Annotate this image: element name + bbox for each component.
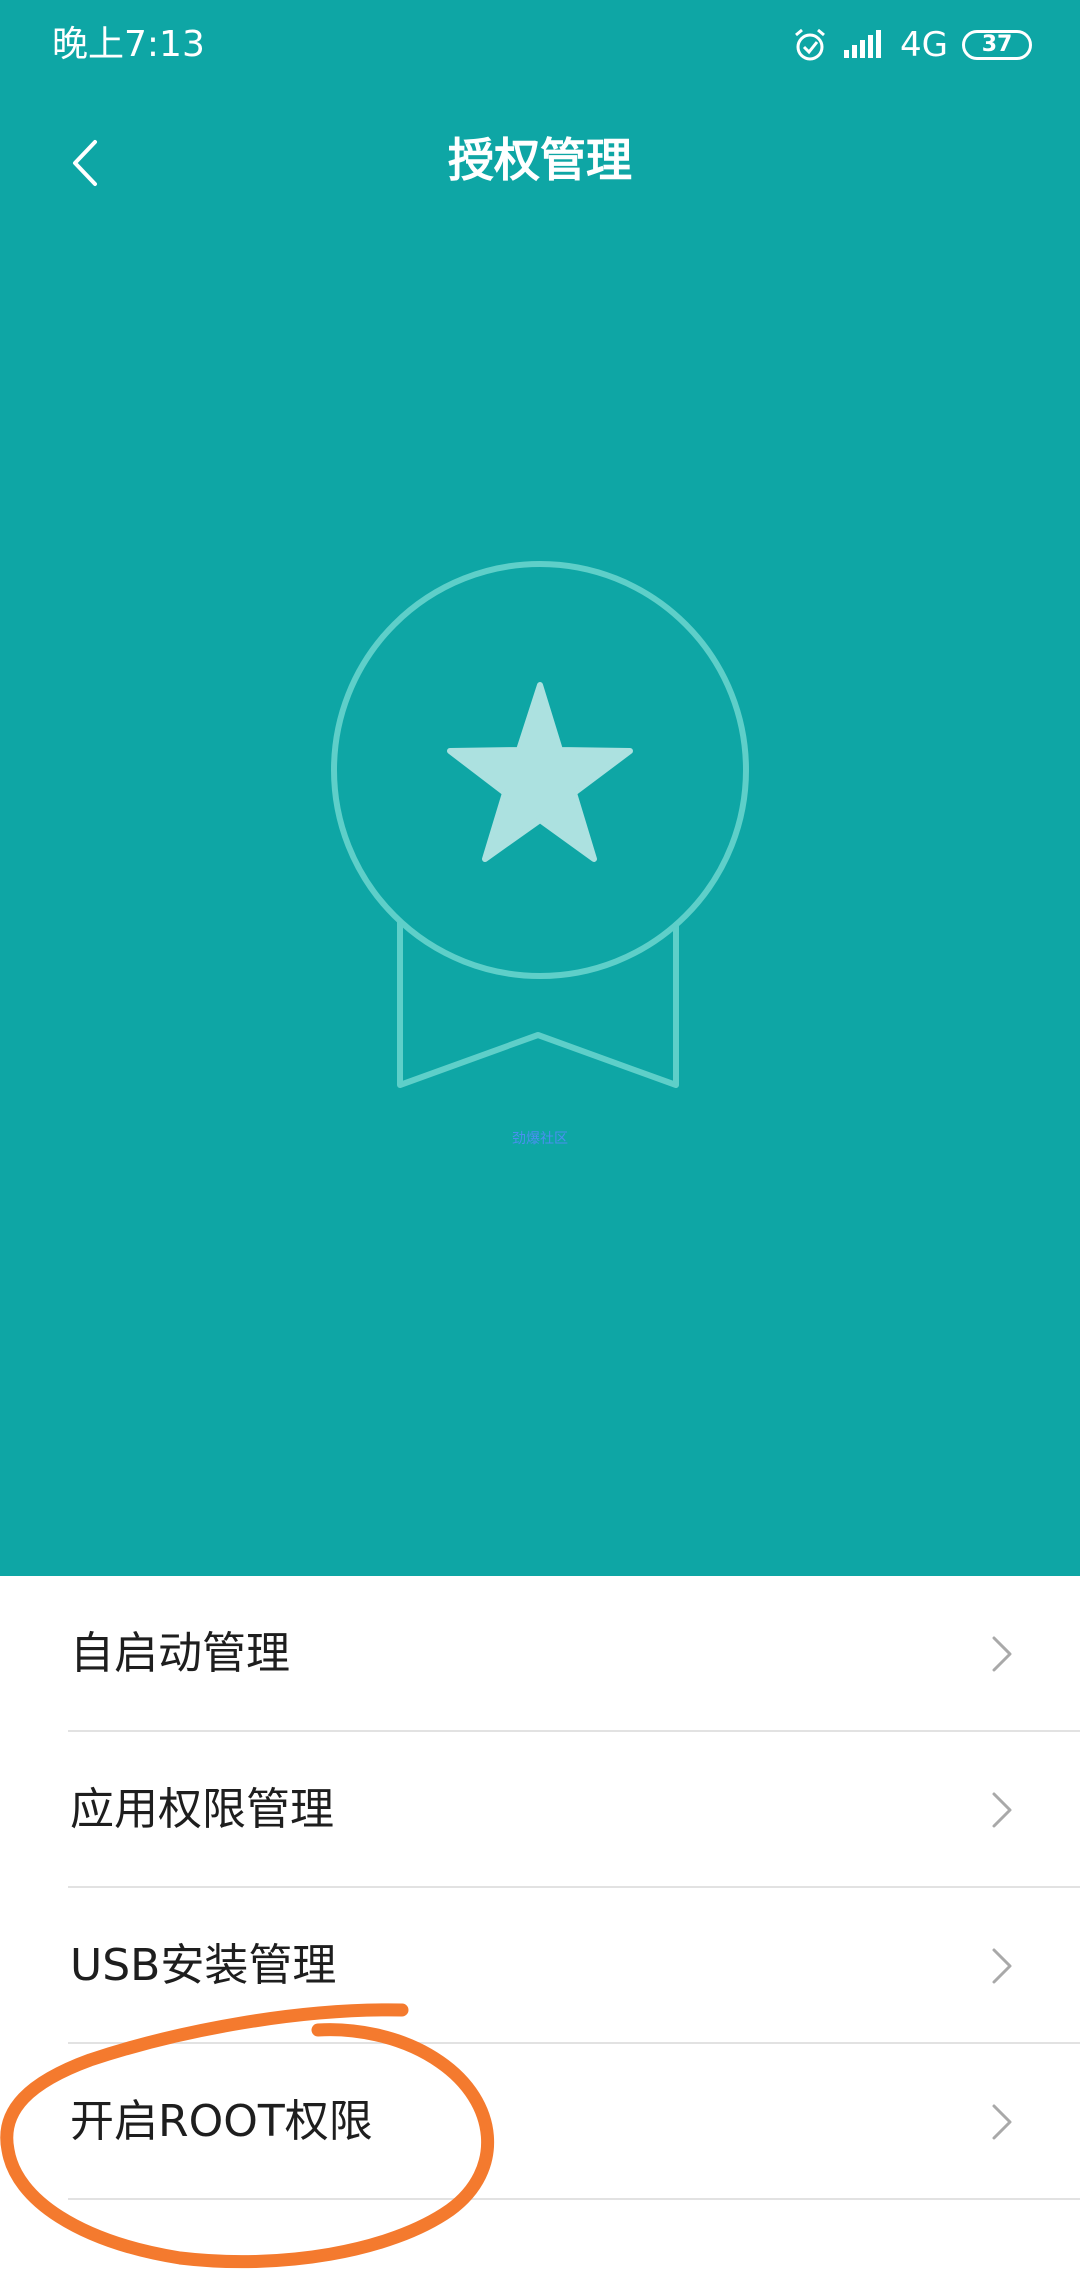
menu-item-label: 自启动管理 bbox=[70, 1628, 290, 1679]
menu-item-root-permission[interactable]: 开启ROOT权限 bbox=[0, 2044, 1080, 2200]
status-time: 晚上7:13 bbox=[52, 24, 205, 65]
watermark: 劲爆社区 bbox=[512, 1131, 568, 1147]
chevron-right-icon bbox=[992, 1636, 1012, 1672]
chevron-left-icon bbox=[73, 140, 97, 186]
page-title: 授权管理 bbox=[448, 133, 632, 187]
alarm-icon bbox=[795, 28, 825, 61]
chevron-right-icon bbox=[992, 1792, 1012, 1828]
menu-item-label: USB安装管理 bbox=[70, 1940, 337, 1991]
menu-item-label: 应用权限管理 bbox=[70, 1784, 334, 1835]
chevron-right-icon bbox=[992, 2104, 1012, 2140]
back-button[interactable] bbox=[50, 128, 120, 198]
menu-item-label: 开启ROOT权限 bbox=[70, 2096, 373, 2147]
menu-item-autostart[interactable]: 自启动管理 bbox=[0, 1576, 1080, 1732]
status-icons: 4G 37 bbox=[792, 22, 1032, 68]
medal-star-icon bbox=[331, 561, 749, 1088]
header-banner: 晚上7:13 4G 37 授权管理 劲爆社区 bbox=[0, 0, 1080, 1576]
menu-item-app-permissions[interactable]: 应用权限管理 bbox=[0, 1732, 1080, 1888]
network-label: 4G bbox=[900, 25, 948, 65]
menu-item-usb-install[interactable]: USB安装管理 bbox=[0, 1888, 1080, 2044]
battery-icon: 37 bbox=[962, 30, 1032, 60]
signal-icon bbox=[844, 30, 882, 58]
title-bar: 授权管理 bbox=[0, 110, 1080, 210]
chevron-right-icon bbox=[992, 1948, 1012, 1984]
status-bar: 晚上7:13 4G 37 bbox=[0, 0, 1080, 90]
menu-list: 自启动管理 应用权限管理 USB安装管理 开启ROOT权限 bbox=[0, 1576, 1080, 2200]
